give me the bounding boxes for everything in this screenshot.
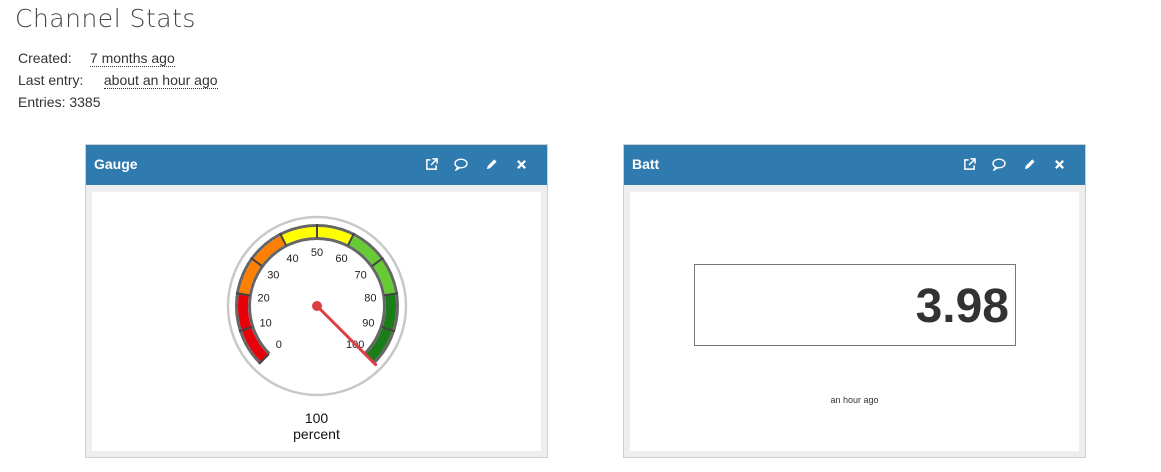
created-value: 7 months ago [89,50,175,67]
widget-toolbar [423,156,529,172]
gauge-tick-label: 40 [286,253,298,265]
comment-icon[interactable] [453,156,469,172]
external-link-icon[interactable] [961,156,977,172]
gauge-tick-label: 50 [311,247,323,259]
close-icon[interactable] [513,156,529,172]
entries-count: Entries: 3385 [18,94,101,110]
gauge-tick-label: 60 [335,253,347,265]
page-title: Channel Stats [15,4,196,33]
widget-title: Gauge [94,156,138,172]
batt-widget: Batt 3.98 an hour ago [623,144,1086,458]
gauge-tick-label: 30 [267,269,279,281]
last-entry-value: about an hour ago [103,72,218,89]
widget-title: Batt [632,156,660,172]
pencil-icon[interactable] [483,156,499,172]
created-row: Created: 7 months ago [18,50,175,67]
last-entry-row: Last entry: about an hour ago [18,72,218,89]
batt-body: 3.98 an hour ago [630,192,1079,451]
gauge-tick-label: 70 [355,269,367,281]
last-entry-label: Last entry: [18,72,84,88]
gauge-body: 0102030405060708090100 100 percent [92,192,541,451]
gauge-tick-label: 80 [364,293,376,305]
widget-toolbar [961,156,1067,172]
gauge-tick-label: 10 [260,318,272,330]
gauge-widget: Gauge 0102030405060708090100 100 percent [85,144,548,458]
gauge-tick-label: 20 [258,293,270,305]
external-link-icon[interactable] [423,156,439,172]
numeric-value: 3.98 [915,280,1009,333]
last-update-time: an hour ago [830,395,879,405]
comment-icon[interactable] [991,156,1007,172]
gauge-tick-label: 0 [276,339,282,351]
widget-header: Gauge [86,145,547,185]
close-icon[interactable] [1051,156,1067,172]
gauge-needle-hub [312,301,322,311]
created-label: Created: [18,50,72,66]
numeric-display: 3.98 [694,264,1016,346]
gauge-value: 100 [304,410,329,426]
widget-header: Batt [624,145,1085,185]
gauge-units: percent [293,426,340,442]
pencil-icon[interactable] [1021,156,1037,172]
gauge-tick-label: 90 [362,318,374,330]
